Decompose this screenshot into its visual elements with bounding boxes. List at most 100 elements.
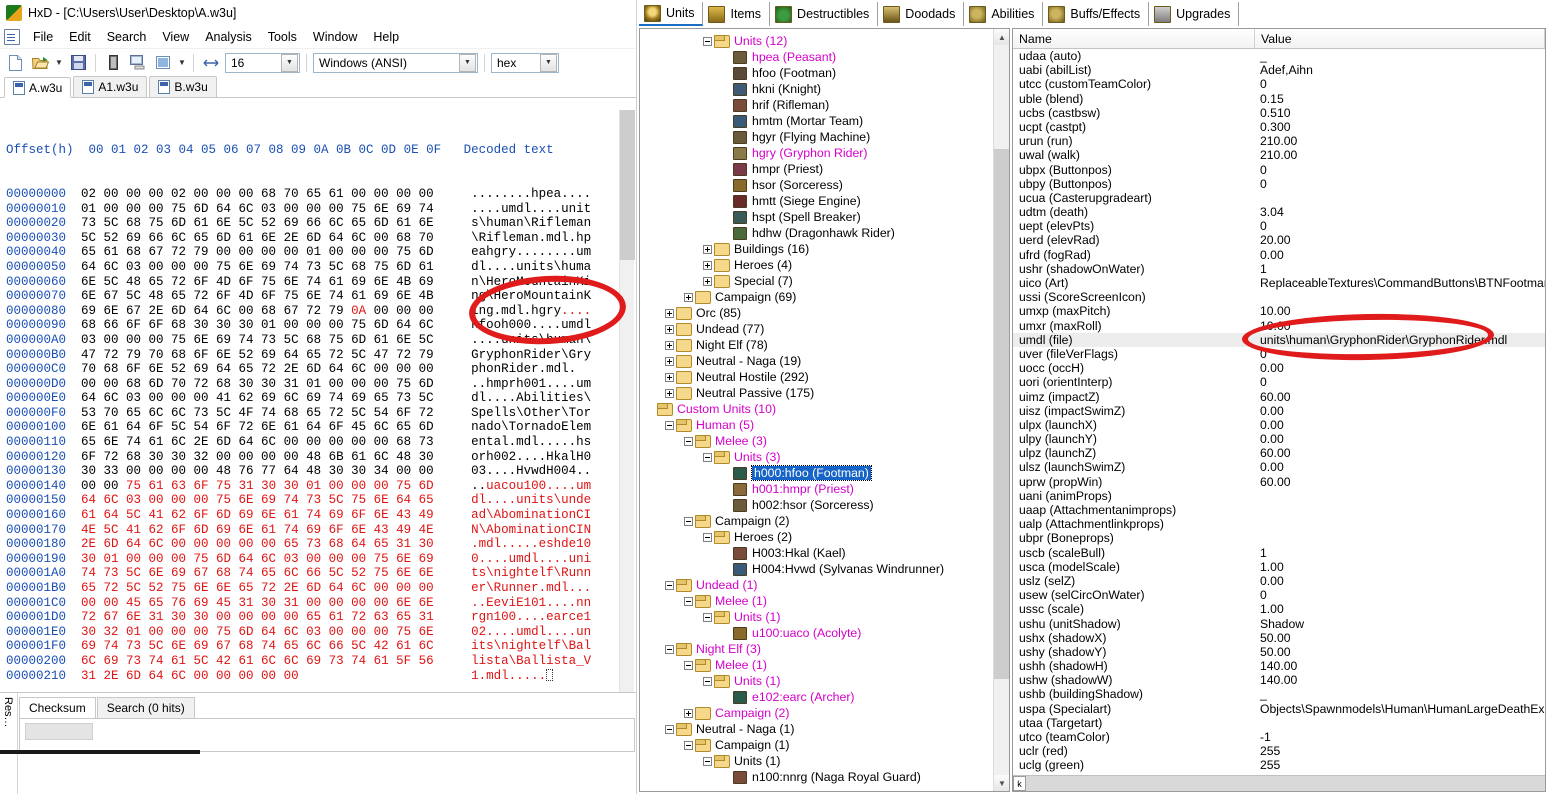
hex-bytes[interactable]: 68 66 6F 6F 68 30 30 30 01 00 00 00 75 6… — [81, 318, 434, 332]
property-row[interactable]: ucbs (castbsw) 0.510 — [1013, 106, 1545, 120]
hex-row[interactable]: 00000020 73 5C 68 75 6D 61 6E 5C 52 69 6… — [6, 216, 636, 231]
hex-decoded-text[interactable]: ng\HeroMountainK — [471, 289, 591, 303]
collapse-icon[interactable] — [665, 724, 674, 734]
property-value[interactable]: 0.510 — [1255, 106, 1545, 120]
tree-node[interactable]: h001:hmpr (Priest) — [640, 481, 993, 497]
hex-bytes[interactable]: 64 6C 03 00 00 00 75 6E 69 74 73 5C 75 6… — [81, 493, 434, 507]
hex-bytes[interactable]: 65 72 5C 52 75 6E 6E 65 72 2E 6D 64 6C 0… — [81, 581, 434, 595]
hex-row[interactable]: 00000200 6C 69 73 74 61 5C 42 61 6C 6C 6… — [6, 654, 636, 669]
property-value[interactable]: 20.00 — [1255, 233, 1545, 247]
menu-tools[interactable]: Tools — [260, 28, 305, 46]
hex-decoded-text[interactable]: ad\AbominationCI — [471, 508, 591, 522]
tree-node[interactable]: Units (3) — [640, 449, 993, 465]
hex-bytes[interactable]: 5C 52 69 66 6C 65 6D 61 6E 2E 6D 64 6C 0… — [81, 231, 434, 245]
property-row[interactable]: ubpy (Buttonpos) 0 — [1013, 177, 1545, 191]
property-value[interactable]: -1 — [1255, 730, 1545, 744]
tree-node-label[interactable]: hgyr (Flying Machine) — [752, 130, 870, 144]
hex-row[interactable]: 00000180 2E 6D 64 6C 00 00 00 00 00 65 7… — [6, 537, 636, 552]
hex-decoded-text[interactable]: .mdl.....eshde10 — [471, 537, 591, 551]
property-row[interactable]: uept (elevPts) 0 — [1013, 219, 1545, 233]
tree-node[interactable]: Undead (77) — [640, 321, 993, 337]
property-row[interactable]: uori (orientInterp) 0 — [1013, 375, 1545, 389]
hex-decoded-text[interactable]: Spells\Other\Tor — [471, 406, 591, 420]
tree-node-label[interactable]: Campaign (2) — [715, 514, 790, 528]
hex-decoded-text[interactable]: lista\Ballista_V — [471, 654, 591, 668]
collapse-icon[interactable] — [703, 452, 712, 462]
tree-node-label[interactable]: hsor (Sorceress) — [752, 178, 843, 192]
property-row[interactable]: ubpr (Boneprops) — [1013, 531, 1545, 545]
hex-decoded-text[interactable]: ing.mdl.hgry.... — [471, 304, 591, 318]
hex-decoded-text[interactable]: nado\TornadoElem — [471, 420, 591, 434]
tree-node-label[interactable]: Human (5) — [696, 418, 754, 432]
property-row[interactable]: uscb (scaleBull) 1 — [1013, 546, 1545, 560]
property-value[interactable]: 0 — [1255, 347, 1545, 361]
property-row[interactable]: usca (modelScale) 1.00 — [1013, 560, 1545, 574]
expand-icon[interactable] — [665, 324, 674, 334]
tree-node[interactable]: hmtt (Siege Engine) — [640, 193, 993, 209]
tree-node[interactable]: Heroes (2) — [640, 529, 993, 545]
tree-node[interactable]: Custom Units (10) — [640, 401, 993, 417]
hex-row[interactable]: 00000210 31 2E 6D 64 6C 00 00 00 00 00 1… — [6, 668, 636, 684]
open-file-button[interactable] — [29, 52, 51, 74]
collapse-icon[interactable] — [684, 596, 693, 606]
tree-node-label[interactable]: Undead (77) — [696, 322, 764, 336]
property-row[interactable]: ucpt (castpt) 0.300 — [1013, 120, 1545, 134]
hex-bytes[interactable]: 64 6C 03 00 00 00 75 6E 69 74 73 5C 68 7… — [81, 260, 434, 274]
property-value[interactable]: 50.00 — [1255, 645, 1545, 659]
property-row[interactable]: urun (run) 210.00 — [1013, 134, 1545, 148]
property-value[interactable]: 0 — [1255, 77, 1545, 91]
hxd-toolbar[interactable]: ▼ ▼ 16 ▼ Windows (ANSI) ▼ hex ▼ — [0, 48, 636, 76]
hex-decoded-text[interactable]: ..EeviE101....nn — [471, 596, 591, 610]
hex-row[interactable]: 000000F0 53 70 65 6C 6C 73 5C 4F 74 68 6… — [6, 406, 636, 421]
tree-node[interactable]: Night Elf (3) — [640, 641, 993, 657]
tree-node-label[interactable]: hmtm (Mortar Team) — [752, 114, 863, 128]
hex-bytes[interactable]: 03 00 00 00 75 6E 69 74 73 5C 68 75 6D 6… — [81, 333, 434, 347]
hex-decoded-text[interactable]: its\nightelf\Bal — [471, 639, 591, 653]
bytes-per-row-combo[interactable]: 16 ▼ — [225, 52, 300, 73]
hex-decoded-text[interactable]: ental.mdl.....hs — [471, 435, 591, 449]
property-row[interactable]: ussi (ScoreScreenIcon) — [1013, 290, 1545, 304]
tab-destructibles[interactable]: Destructibles — [770, 2, 879, 26]
property-row[interactable]: uisz (impactSwimZ) 0.00 — [1013, 404, 1545, 418]
hex-bytes[interactable]: 69 6E 67 2E 6D 64 6C 00 68 67 72 79 0A 0… — [81, 304, 434, 318]
property-row[interactable]: ushh (shadowH) 140.00 — [1013, 659, 1545, 673]
column-header-name[interactable]: Name — [1013, 29, 1255, 48]
property-value[interactable]: 0.00 — [1255, 361, 1545, 375]
property-row[interactable]: uocc (occH) 0.00 — [1013, 361, 1545, 375]
tree-node[interactable]: n100:nnrg (Naga Royal Guard) — [640, 769, 993, 785]
property-row[interactable]: uver (fileVerFlags) 0 — [1013, 347, 1545, 361]
tree-node[interactable]: Campaign (69) — [640, 289, 993, 305]
tree-node-label[interactable]: Neutral Hostile (292) — [696, 370, 809, 384]
hex-row[interactable]: 00000130 30 33 00 00 00 00 48 76 77 64 4… — [6, 464, 636, 479]
tree-node-label[interactable]: n100:nnrg (Naga Royal Guard) — [752, 770, 921, 784]
hex-bytes[interactable]: 2E 6D 64 6C 00 00 00 00 00 65 73 68 64 6… — [81, 537, 434, 551]
hex-bytes[interactable]: 6F 72 68 30 30 32 00 00 00 00 48 6B 61 6… — [81, 450, 434, 464]
hex-bytes[interactable]: 00 00 75 61 63 6F 75 31 30 30 01 00 00 0… — [81, 479, 434, 493]
property-row[interactable]: ualp (Attachmentlinkprops) — [1013, 517, 1545, 531]
hex-bytes[interactable]: 72 67 6E 31 30 30 00 00 00 00 65 61 72 6… — [81, 610, 434, 624]
chevron-down-icon[interactable]: ▼ — [281, 53, 298, 72]
property-row[interactable]: uaap (Attachmentanimprops) — [1013, 503, 1545, 517]
open-process-button[interactable] — [152, 52, 174, 74]
property-value[interactable]: 0 — [1255, 588, 1545, 602]
hex-row[interactable]: 000000A0 03 00 00 00 75 6E 69 74 73 5C 6… — [6, 333, 636, 348]
property-value[interactable]: 3.04 — [1255, 205, 1545, 219]
tree-node[interactable]: Neutral - Naga (1) — [640, 721, 993, 737]
tree-node-label[interactable]: Buildings (16) — [734, 242, 809, 256]
expand-icon[interactable] — [703, 260, 712, 270]
property-row[interactable]: uble (blend) 0.15 — [1013, 92, 1545, 106]
expand-icon[interactable] — [703, 244, 712, 254]
save-file-button[interactable] — [67, 52, 89, 74]
tree-node-label[interactable]: hgry (Gryphon Rider) — [752, 146, 868, 160]
hex-bytes[interactable]: 69 74 73 5C 6E 69 67 68 74 65 6C 66 5C 4… — [81, 639, 434, 653]
collapse-icon[interactable] — [665, 580, 674, 590]
tree-node[interactable]: hgyr (Flying Machine) — [640, 129, 993, 145]
chevron-down-icon[interactable]: ▼ — [540, 53, 557, 72]
tree-vertical-scrollbar[interactable]: ▲ ▼ — [993, 29, 1009, 791]
tree-node[interactable]: Melee (1) — [640, 657, 993, 673]
property-row[interactable]: ulpx (launchX) 0.00 — [1013, 418, 1545, 432]
hex-row[interactable]: 00000040 65 61 68 67 72 79 00 00 00 00 0… — [6, 245, 636, 260]
collapse-icon[interactable] — [665, 420, 674, 430]
hex-bytes[interactable]: 64 6C 03 00 00 00 41 62 69 6C 69 74 69 6… — [81, 391, 434, 405]
expand-icon[interactable] — [665, 356, 674, 366]
